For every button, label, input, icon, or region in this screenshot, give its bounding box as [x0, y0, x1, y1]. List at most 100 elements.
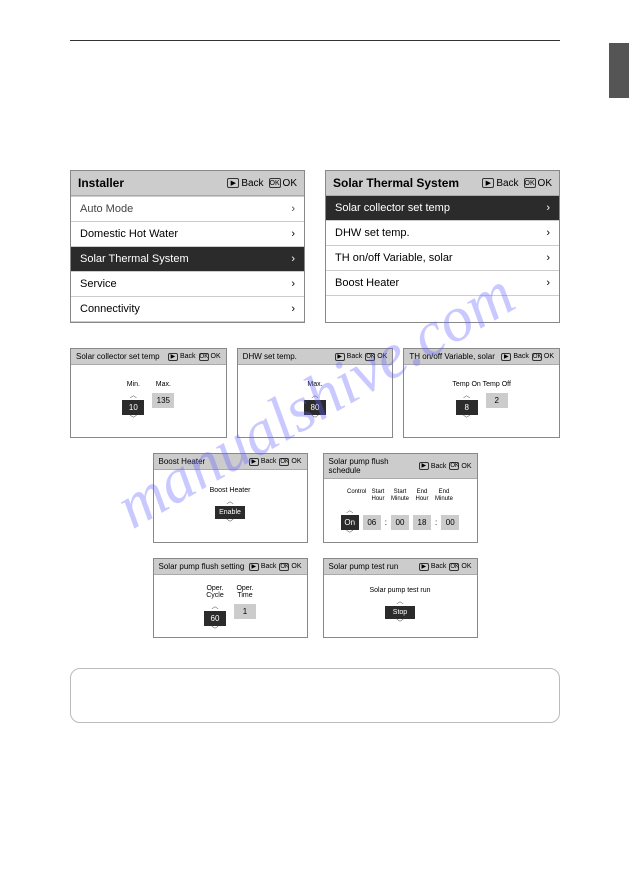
back-button[interactable]: ▶Back [249, 563, 277, 571]
value-temp-on[interactable]: 8 [456, 400, 478, 415]
chevron-down-icon[interactable]: ﹀ [397, 621, 404, 626]
panel-title: Installer [78, 176, 124, 190]
ok-icon: OK [279, 458, 289, 466]
panel-flush-setting: Solar pump flush setting ▶BackOKOK Oper.… [153, 558, 308, 638]
chevron-right-icon: › [291, 253, 295, 265]
value-time[interactable]: 1 [234, 604, 256, 619]
back-icon: ▶ [249, 563, 259, 571]
chevron-right-icon: › [546, 252, 550, 264]
back-button[interactable]: ▶Back [227, 178, 263, 189]
back-icon: ▶ [482, 178, 494, 188]
panel-header: Solar pump flush setting ▶BackOKOK [154, 559, 307, 575]
ok-button[interactable]: OKOK [199, 353, 221, 361]
back-button[interactable]: ▶Back [482, 178, 518, 189]
value-start-min[interactable]: 00 [391, 515, 409, 530]
ok-icon: OK [199, 353, 209, 361]
chevron-up-icon[interactable]: ︿ [312, 393, 319, 398]
menu-item-selected[interactable]: Solar collector set temp› [326, 196, 559, 221]
chevron-up-icon[interactable]: ︿ [130, 393, 137, 398]
value-end-min[interactable]: 00 [441, 515, 459, 530]
menu-solar-thermal: Solar Thermal System ▶Back OKOK Solar co… [325, 170, 560, 323]
panel-header: Solar Thermal System ▶Back OKOK [326, 171, 559, 196]
value-min[interactable]: 10 [122, 400, 144, 415]
back-button[interactable]: ▶Back [501, 353, 529, 361]
value-test[interactable]: Stop [385, 606, 415, 619]
menu-item[interactable]: Auto Mode› [71, 196, 304, 222]
panel-test-run: Solar pump test run ▶BackOKOK Solar pump… [323, 558, 478, 638]
value-max[interactable]: 135 [152, 393, 174, 408]
chevron-right-icon: › [291, 303, 295, 315]
back-button[interactable]: ▶Back [419, 462, 447, 470]
chevron-down-icon[interactable]: ﹀ [227, 521, 234, 526]
ok-button[interactable]: OKOK [279, 458, 301, 466]
back-icon: ▶ [501, 353, 511, 361]
ok-icon: OK [365, 353, 375, 361]
back-button[interactable]: ▶Back [419, 563, 447, 571]
panel-header: Installer ▶Back OKOK [71, 171, 304, 196]
chevron-right-icon: › [291, 203, 295, 215]
panel-header: Solar pump test run ▶BackOKOK [324, 559, 477, 575]
ok-button[interactable]: OKOK [449, 462, 471, 470]
page-content: Installer ▶Back OKOK Auto Mode› Domestic… [70, 170, 560, 723]
value-end-hour[interactable]: 18 [413, 515, 431, 530]
menu-item[interactable]: Boost Heater› [326, 271, 559, 296]
back-icon: ▶ [168, 353, 178, 361]
chevron-right-icon: › [291, 228, 295, 240]
ok-icon: OK [449, 563, 459, 571]
chevron-down-icon[interactable]: ﹀ [346, 532, 353, 537]
menu-item[interactable]: Domestic Hot Water› [71, 222, 304, 247]
back-button[interactable]: ▶Back [335, 353, 363, 361]
chevron-up-icon[interactable]: ︿ [397, 599, 404, 604]
page-side-tab [609, 43, 629, 98]
ok-icon: OK [524, 178, 536, 188]
chevron-up-icon[interactable]: ︿ [212, 604, 219, 609]
panel-flush-schedule: Solar pump flush schedule ▶BackOKOK Cont… [323, 453, 478, 543]
panel-dhw-set-temp: DHW set temp. ▶BackOKOK Max. ︿80﹀ [237, 348, 394, 438]
ok-button[interactable]: OKOK [269, 178, 297, 189]
chevron-down-icon[interactable]: ﹀ [463, 417, 470, 422]
panel-title: Solar Thermal System [333, 176, 459, 190]
chevron-right-icon: › [546, 277, 550, 289]
panel-boost-heater: Boost Heater ▶BackOKOK Boost Heater ︿Ena… [153, 453, 308, 543]
chevron-down-icon[interactable]: ﹀ [212, 628, 219, 633]
value-start-hour[interactable]: 06 [363, 515, 381, 530]
back-button[interactable]: ▶Back [168, 353, 196, 361]
panel-header: Solar collector set temp ▶BackOKOK [71, 349, 226, 365]
chevron-down-icon[interactable]: ﹀ [312, 417, 319, 422]
value-control[interactable]: On [341, 515, 359, 530]
value-cycle[interactable]: 60 [204, 611, 226, 626]
back-icon: ▶ [227, 178, 239, 188]
chevron-right-icon: › [291, 278, 295, 290]
value-boost[interactable]: Enable [215, 506, 245, 519]
ok-icon: OK [449, 462, 459, 470]
value-temp-off[interactable]: 2 [486, 393, 508, 408]
ok-button[interactable]: OKOK [365, 353, 387, 361]
back-icon: ▶ [419, 462, 429, 470]
menu-installer: Installer ▶Back OKOK Auto Mode› Domestic… [70, 170, 305, 323]
menu-item[interactable]: DHW set temp.› [326, 221, 559, 246]
menu-item[interactable]: Connectivity› [71, 297, 304, 322]
chevron-right-icon: › [546, 227, 550, 239]
horizontal-rule [70, 40, 560, 41]
panel-header: DHW set temp. ▶BackOKOK [238, 349, 393, 365]
menu-item-selected[interactable]: Solar Thermal System› [71, 247, 304, 272]
panel-header: Solar pump flush schedule ▶BackOKOK [324, 454, 477, 479]
ok-button[interactable]: OKOK [279, 563, 301, 571]
ok-button[interactable]: OKOK [524, 178, 552, 189]
ok-button[interactable]: OKOK [532, 353, 554, 361]
chevron-up-icon[interactable]: ︿ [346, 508, 353, 513]
ok-button[interactable]: OKOK [449, 563, 471, 571]
back-icon: ▶ [249, 458, 259, 466]
panel-header: Boost Heater ▶BackOKOK [154, 454, 307, 470]
menu-item[interactable]: Service› [71, 272, 304, 297]
chevron-down-icon[interactable]: ﹀ [130, 417, 137, 422]
chevron-up-icon[interactable]: ︿ [463, 393, 470, 398]
back-button[interactable]: ▶Back [249, 458, 277, 466]
back-icon: ▶ [419, 563, 429, 571]
ok-icon: OK [269, 178, 281, 188]
menu-item[interactable]: TH on/off Variable, solar› [326, 246, 559, 271]
ok-icon: OK [532, 353, 542, 361]
panel-collector-set-temp: Solar collector set temp ▶BackOKOK Min.M… [70, 348, 227, 438]
value-max[interactable]: 80 [304, 400, 326, 415]
chevron-up-icon[interactable]: ︿ [227, 499, 234, 504]
